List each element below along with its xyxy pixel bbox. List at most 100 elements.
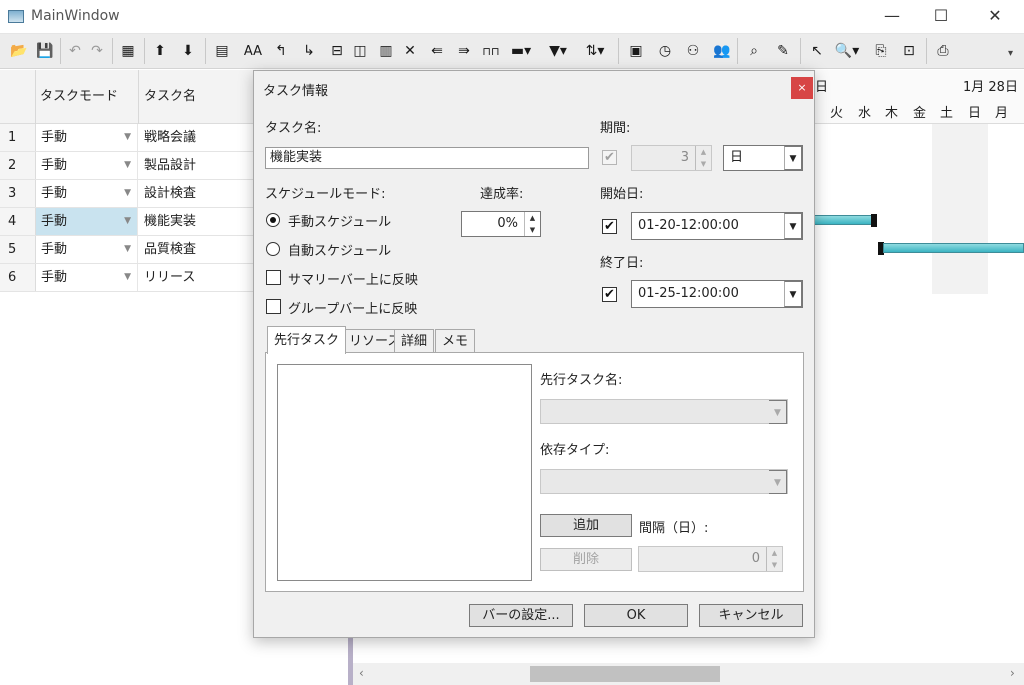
duration-stepper[interactable]: 3 ▲ ▼: [631, 145, 712, 171]
start-date-picker[interactable]: 01-20-12:00:00 ▼: [631, 212, 803, 240]
redo-icon[interactable]: ↷: [84, 38, 110, 64]
resource-icon[interactable]: ⚇: [680, 38, 706, 64]
task-bar[interactable]: [883, 243, 1024, 253]
scroll-thumb[interactable]: [530, 666, 720, 682]
chevron-down-icon[interactable]: ▼: [784, 281, 802, 307]
manual-schedule-radio[interactable]: [266, 213, 280, 227]
export-icon[interactable]: ⎘: [868, 38, 894, 64]
table-row[interactable]: 3 手動 ▼ 設計検査: [0, 180, 255, 208]
task-info-icon[interactable]: ▤: [209, 38, 235, 64]
minimize-button[interactable]: —: [869, 0, 915, 32]
table-row[interactable]: 6 手動 ▼ リリース: [0, 264, 255, 292]
chevron-down-icon[interactable]: ▼: [769, 470, 787, 494]
table-row[interactable]: 5 手動 ▼ 品質検査: [0, 236, 255, 264]
delete-icon[interactable]: ✕: [397, 38, 423, 64]
group-bar-checkbox[interactable]: [266, 299, 281, 314]
chevron-down-icon[interactable]: ▼: [784, 146, 802, 170]
tab-predecessor[interactable]: 先行タスク: [267, 326, 347, 354]
calendar-icon[interactable]: ▥: [373, 38, 399, 64]
predecessor-name-select[interactable]: ▼: [540, 399, 788, 424]
tab-details[interactable]: 詳細: [394, 329, 435, 353]
summary-icon[interactable]: ▬▾: [508, 38, 534, 64]
print-icon[interactable]: ⎙: [930, 38, 956, 64]
indent-icon[interactable]: ↳: [296, 38, 322, 64]
find-icon[interactable]: ⌕: [741, 38, 767, 64]
stepper-arrows-icon[interactable]: ▲ ▼: [524, 212, 540, 236]
duration-checkbox[interactable]: ✔: [602, 150, 617, 165]
summary-bar-checkbox[interactable]: [266, 270, 281, 285]
dropdown-arrow-icon[interactable]: ▼: [124, 152, 131, 179]
stepper-arrows-icon[interactable]: ▲ ▼: [695, 146, 711, 170]
font-icon[interactable]: AA: [240, 38, 266, 64]
task-bar[interactable]: [813, 215, 873, 225]
toolbar-overflow-icon[interactable]: ▾: [1008, 48, 1013, 59]
dependency-type-select[interactable]: ▼: [540, 469, 788, 494]
close-window-button[interactable]: ✕: [972, 0, 1018, 32]
interval-stepper[interactable]: 0 ▲ ▼: [638, 546, 783, 572]
filter-icon[interactable]: ▼▾: [545, 38, 571, 64]
task-mode-cell[interactable]: 手動 ▼: [36, 236, 138, 263]
table-row[interactable]: 4 手動 ▼ 機能実装: [0, 208, 255, 236]
insert-above-icon[interactable]: ⇚: [424, 38, 450, 64]
ok-button[interactable]: OK: [584, 604, 688, 627]
split-icon[interactable]: ◫: [347, 38, 373, 64]
end-date-checkbox[interactable]: ✔: [602, 287, 617, 302]
progress-stepper[interactable]: 0% ▲ ▼: [461, 211, 541, 237]
task-mode-cell[interactable]: 手動 ▼: [36, 208, 138, 235]
dropdown-arrow-icon[interactable]: ▼: [124, 180, 131, 207]
open-icon[interactable]: 📂: [6, 38, 32, 64]
insert-below-icon[interactable]: ⇛: [451, 38, 477, 64]
scroll-left-icon[interactable]: ‹: [359, 666, 364, 680]
grid-icon[interactable]: ▦: [115, 38, 141, 64]
add-button[interactable]: 追加: [540, 514, 632, 537]
bar-settings-button[interactable]: バーの設定...: [469, 604, 573, 627]
task-name-cell[interactable]: 品質検査: [144, 236, 196, 263]
task-name-cell[interactable]: 設計検査: [144, 180, 196, 207]
move-down-icon[interactable]: ⬇: [175, 38, 201, 64]
task-mode-cell[interactable]: 手動 ▼: [36, 124, 138, 151]
tab-memo[interactable]: メモ: [435, 329, 476, 353]
task-mode-cell[interactable]: 手動 ▼: [36, 264, 138, 291]
dropdown-arrow-icon[interactable]: ▼: [124, 124, 131, 151]
outdent-icon[interactable]: ↰: [268, 38, 294, 64]
column-header-name[interactable]: タスク名: [144, 70, 196, 124]
dropdown-arrow-icon[interactable]: ▼: [124, 236, 131, 263]
start-date-checkbox[interactable]: ✔: [602, 219, 617, 234]
stepper-arrows-icon[interactable]: ▲ ▼: [766, 547, 782, 571]
scroll-right-icon[interactable]: ›: [1010, 666, 1015, 680]
task-name-cell[interactable]: 製品設計: [144, 152, 196, 179]
task-name-cell[interactable]: リリース: [144, 264, 195, 291]
highlight-icon[interactable]: ✎: [770, 38, 796, 64]
dropdown-arrow-icon[interactable]: ▼: [124, 208, 131, 235]
horizontal-scrollbar[interactable]: ‹ ›: [353, 663, 1024, 685]
task-name-input[interactable]: 機能実装: [265, 147, 589, 169]
duration-unit-select[interactable]: 日 ▼: [723, 145, 803, 171]
milestone-icon[interactable]: ⊓⊓: [478, 38, 504, 64]
chevron-down-icon[interactable]: ▼: [769, 400, 787, 424]
table-row[interactable]: 2 手動 ▼ 製品設計: [0, 152, 255, 180]
task-mode-cell[interactable]: 手動 ▼: [36, 180, 138, 207]
preview-icon[interactable]: ⊡: [896, 38, 922, 64]
users-icon[interactable]: 👥: [709, 38, 735, 64]
task-bar-end-cap[interactable]: [871, 214, 877, 227]
zoom-icon[interactable]: 🔍▾: [834, 38, 860, 64]
pointer-icon[interactable]: ↖: [804, 38, 830, 64]
task-mode-cell[interactable]: 手動 ▼: [36, 152, 138, 179]
maximize-button[interactable]: ☐: [918, 0, 964, 32]
predecessor-list[interactable]: [277, 364, 532, 581]
task-name-cell[interactable]: 戦略会議: [144, 124, 196, 151]
column-header-mode[interactable]: タスクモード: [40, 70, 118, 124]
cancel-button[interactable]: キャンセル: [699, 604, 803, 627]
table-row[interactable]: 1 手動 ▼ 戦略会議: [0, 124, 255, 152]
end-date-picker[interactable]: 01-25-12:00:00 ▼: [631, 280, 803, 308]
report-icon[interactable]: ▣: [623, 38, 649, 64]
save-icon[interactable]: 💾: [32, 38, 58, 64]
dropdown-arrow-icon[interactable]: ▼: [124, 264, 131, 291]
delete-button[interactable]: 削除: [540, 548, 632, 571]
auto-schedule-radio[interactable]: [266, 242, 280, 256]
task-name-cell[interactable]: 機能実装: [144, 208, 196, 235]
dialog-close-button[interactable]: ×: [791, 77, 813, 99]
sort-icon[interactable]: ⇅▾: [582, 38, 608, 64]
schedule-icon[interactable]: ◷: [652, 38, 678, 64]
chevron-down-icon[interactable]: ▼: [784, 213, 802, 239]
